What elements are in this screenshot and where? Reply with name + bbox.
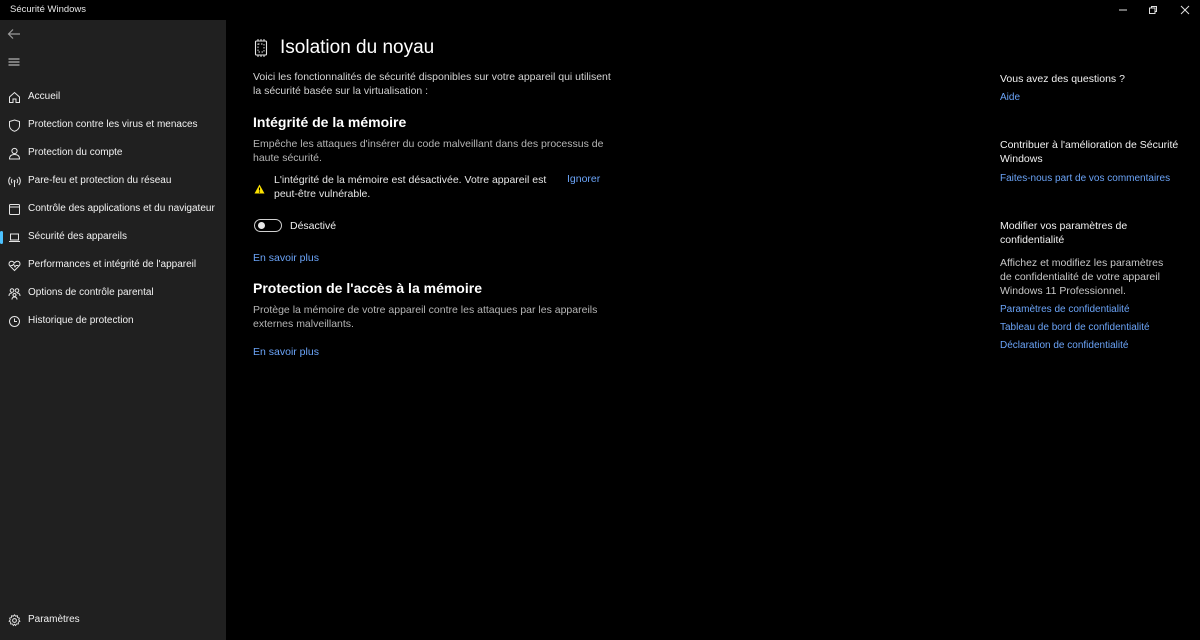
toggle-knob [258, 222, 265, 229]
wifi-antenna-icon [7, 174, 21, 188]
window-title: Sécurité Windows [10, 4, 87, 15]
restore-icon [1149, 6, 1157, 14]
history-icon [7, 314, 21, 328]
title-bar: Sécurité Windows [0, 0, 1200, 20]
sidebar-item-label: Accueil [28, 91, 61, 102]
page-title: Isolation du noyau [280, 37, 435, 58]
page-intro: Voici les fonctionnalités de sécurité di… [253, 71, 611, 97]
privacy-settings-link[interactable]: Paramètres de confidentialité [1000, 304, 1130, 315]
ignore-warning-link[interactable]: Ignorer [567, 173, 600, 185]
memory-integrity-heading: Intégrité de la mémoire [253, 114, 407, 130]
heart-pulse-icon [7, 258, 21, 272]
memory-access-heading: Protection de l'accès à la mémoire [253, 280, 482, 296]
laptop-icon [7, 230, 21, 244]
sidebar-item-label: Contrôle des applications et du navigate… [28, 203, 215, 214]
memory-integrity-warning: L'intégrité de la mémoire est désactivée… [274, 174, 547, 200]
warning-icon [254, 181, 265, 194]
close-icon [1180, 5, 1190, 15]
hamburger-menu-button[interactable] [2, 52, 26, 72]
settings-label: Paramètres [28, 614, 80, 625]
questions-heading: Vous avez des questions ? [1000, 73, 1125, 85]
core-isolation-chip-icon [252, 38, 270, 58]
privacy-heading: Modifier vos paramètres de confidentiali… [1000, 220, 1128, 246]
sidebar-item-label: Options de contrôle parental [28, 287, 154, 298]
sidebar-item-home[interactable]: Accueil [0, 84, 226, 110]
feedback-link[interactable]: Faites-nous part de vos commentaires [1000, 173, 1170, 184]
minimize-icon [1119, 9, 1127, 11]
sidebar-item-account-protection[interactable]: Protection du compte [0, 140, 226, 166]
minimize-button[interactable] [1108, 0, 1138, 20]
sidebar: Accueil Protection contre les virus et m… [0, 20, 226, 640]
shield-icon [7, 118, 21, 132]
sidebar-item-protection-history[interactable]: Historique de protection [0, 308, 226, 334]
privacy-dashboard-link[interactable]: Tableau de bord de confidentialité [1000, 322, 1150, 333]
app-window-icon [7, 202, 21, 216]
back-arrow-icon [7, 29, 20, 39]
sidebar-item-device-performance[interactable]: Performances et intégrité de l'appareil [0, 252, 226, 278]
memory-integrity-toggle[interactable] [254, 219, 282, 232]
sidebar-item-device-security[interactable]: Sécurité des appareils [0, 224, 226, 250]
hamburger-icon [8, 58, 20, 66]
close-button[interactable] [1170, 0, 1200, 20]
sidebar-item-family-options[interactable]: Options de contrôle parental [0, 280, 226, 306]
memory-access-description: Protège la mémoire de votre appareil con… [253, 304, 598, 330]
sidebar-item-label: Protection contre les virus et menaces [28, 119, 198, 130]
sidebar-item-virus-protection[interactable]: Protection contre les virus et menaces [0, 112, 226, 138]
sidebar-item-app-browser-control[interactable]: Contrôle des applications et du navigate… [0, 196, 226, 222]
help-link[interactable]: Aide [1000, 92, 1020, 103]
back-button[interactable] [2, 24, 26, 44]
memory-access-learn-more-link[interactable]: En savoir plus [253, 346, 319, 358]
memory-integrity-description: Empêche les attaques d'insérer du code m… [253, 138, 604, 164]
sidebar-item-firewall[interactable]: Pare-feu et protection du réseau [0, 168, 226, 194]
privacy-description: Affichez et modifiez les paramètres de c… [1000, 257, 1164, 297]
sidebar-item-label: Pare-feu et protection du réseau [28, 175, 172, 186]
family-icon [7, 286, 21, 300]
sidebar-item-label: Sécurité des appareils [28, 231, 127, 242]
person-icon [7, 146, 21, 160]
gear-icon [7, 613, 21, 627]
sidebar-item-label: Historique de protection [28, 315, 134, 326]
privacy-statement-link[interactable]: Déclaration de confidentialité [1000, 340, 1128, 351]
active-indicator [0, 231, 3, 244]
contribute-heading: Contribuer à l'amélioration de Sécurité … [1000, 139, 1179, 165]
sidebar-item-label: Protection du compte [28, 147, 123, 158]
memory-integrity-learn-more-link[interactable]: En savoir plus [253, 252, 319, 264]
restore-button[interactable] [1138, 0, 1168, 20]
home-icon [7, 90, 21, 104]
sidebar-item-label: Performances et intégrité de l'appareil [28, 259, 197, 270]
sidebar-item-settings[interactable]: Paramètres [0, 607, 226, 633]
memory-integrity-toggle-state: Désactivé [290, 220, 337, 232]
